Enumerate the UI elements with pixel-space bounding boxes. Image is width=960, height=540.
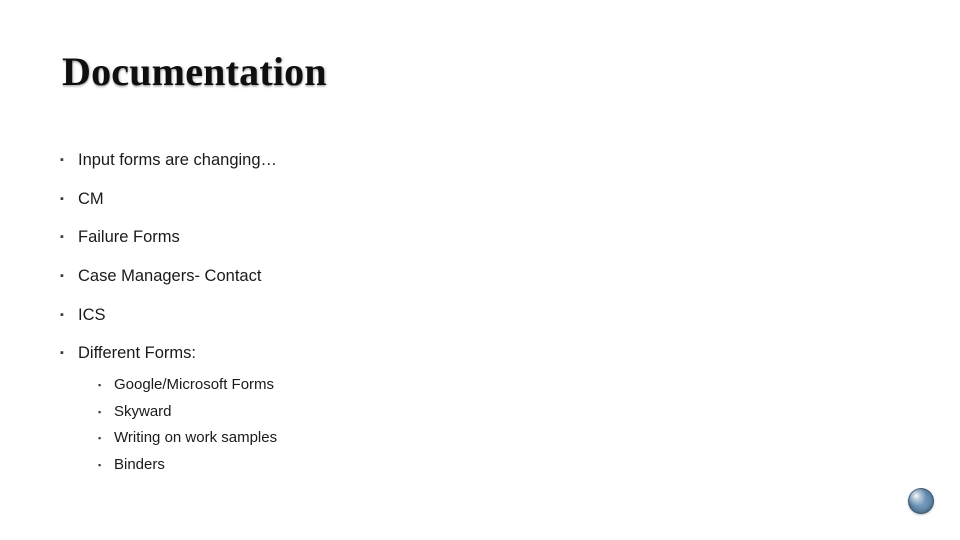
- decorative-orb-icon: [908, 488, 934, 514]
- list-item-text: Writing on work samples: [114, 429, 277, 446]
- list-item: Input forms are changing…: [60, 150, 900, 171]
- slide-title: Documentation: [62, 48, 327, 95]
- list-item: Binders: [98, 456, 900, 475]
- list-item: Skyward: [98, 403, 900, 422]
- list-item-text: Input forms are changing…: [78, 151, 277, 169]
- bullet-list: Input forms are changing… CM Failure For…: [60, 150, 900, 493]
- list-item-text: Failure Forms: [78, 228, 180, 246]
- list-item: Failure Forms: [60, 227, 900, 248]
- list-item-text: Different Forms:: [78, 344, 196, 362]
- list-item-text: Google/Microsoft Forms: [114, 376, 274, 393]
- list-item: ICS: [60, 305, 900, 326]
- slide: Documentation Input forms are changing… …: [0, 0, 960, 540]
- list-item-text: Case Managers- Contact: [78, 267, 261, 285]
- list-item: Different Forms: Google/Microsoft Forms …: [60, 343, 900, 475]
- list-item: Google/Microsoft Forms: [98, 376, 900, 395]
- sub-bullet-list: Google/Microsoft Forms Skyward Writing o…: [98, 376, 900, 475]
- list-item-text: Skyward: [114, 403, 172, 420]
- list-item: CM: [60, 189, 900, 210]
- list-item-text: Binders: [114, 456, 165, 473]
- list-item-text: CM: [78, 190, 104, 208]
- list-item: Writing on work samples: [98, 429, 900, 448]
- list-item: Case Managers- Contact: [60, 266, 900, 287]
- list-item-text: ICS: [78, 306, 106, 324]
